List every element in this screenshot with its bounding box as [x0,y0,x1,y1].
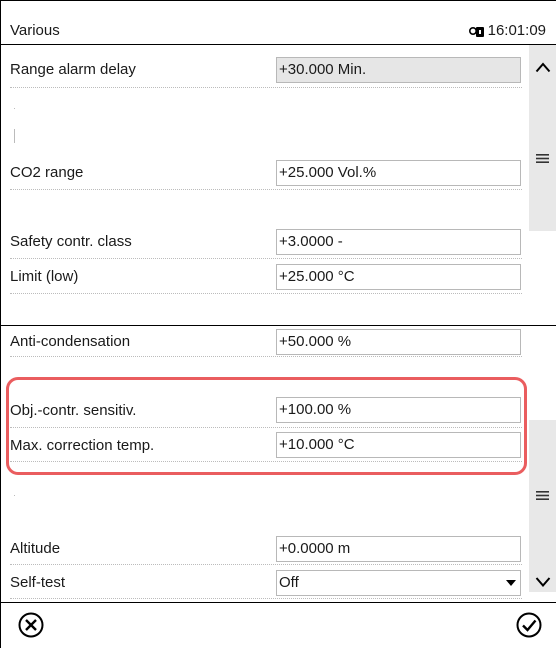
faint-dot [14,495,15,496]
scroll-handle-lower[interactable] [529,483,556,507]
anti-condensation-field[interactable]: +50.000 % [276,329,521,355]
border-left [0,0,1,648]
row-separator [10,293,522,294]
anti-condensation-label: Anti-condensation [10,333,131,350]
title-bar: Various 16:01:09 [0,0,556,44]
scroll-handle-upper[interactable] [529,146,556,170]
faint-dot [14,108,15,109]
self-test-label: Self-test [10,574,66,591]
row-separator [10,564,522,565]
altitude-field[interactable]: +0.0000 m [276,536,521,562]
safety-class-label: Safety contr. class [10,233,132,250]
chevron-down-icon [535,576,550,587]
dropdown-arrow-icon [506,580,516,586]
scroll-down-button[interactable] [529,568,556,594]
clock-time: 16:01:09 [487,22,546,39]
titlebar-divider [0,44,556,45]
chevron-up-icon [535,61,550,72]
row-separator [10,356,522,357]
clock: 16:01:09 [468,22,546,39]
self-test-value: Off [279,574,299,591]
section-divider [0,325,556,326]
limit-low-label: Limit (low) [10,268,79,285]
row-separator [10,87,522,88]
drag-handle-icon [536,153,549,163]
co2-range-label: CO2 range [10,164,84,181]
scroll-up-button[interactable] [529,54,556,80]
cancel-circle-icon[interactable] [18,612,44,638]
range-alarm-delay-label: Range alarm delay [10,61,136,78]
drag-handle-icon [536,490,549,500]
lock-icon [468,26,484,37]
footer-divider [0,602,556,603]
window-title: Various [10,22,60,39]
limit-low-field[interactable]: +25.000 °C [276,264,521,290]
row-separator [10,258,522,259]
range-alarm-delay-field[interactable]: +30.000 Min. [276,57,521,83]
safety-class-field[interactable]: +3.0000 - [276,229,521,255]
highlight-frame [6,377,527,475]
row-separator [10,189,522,190]
altitude-label: Altitude [10,540,61,557]
checkmark-circle-icon[interactable] [516,612,542,638]
self-test-select[interactable]: Off [276,570,521,596]
row-separator [10,598,522,599]
faint-tick [14,129,15,143]
co2-range-field[interactable]: +25.000 Vol.% [276,160,521,186]
